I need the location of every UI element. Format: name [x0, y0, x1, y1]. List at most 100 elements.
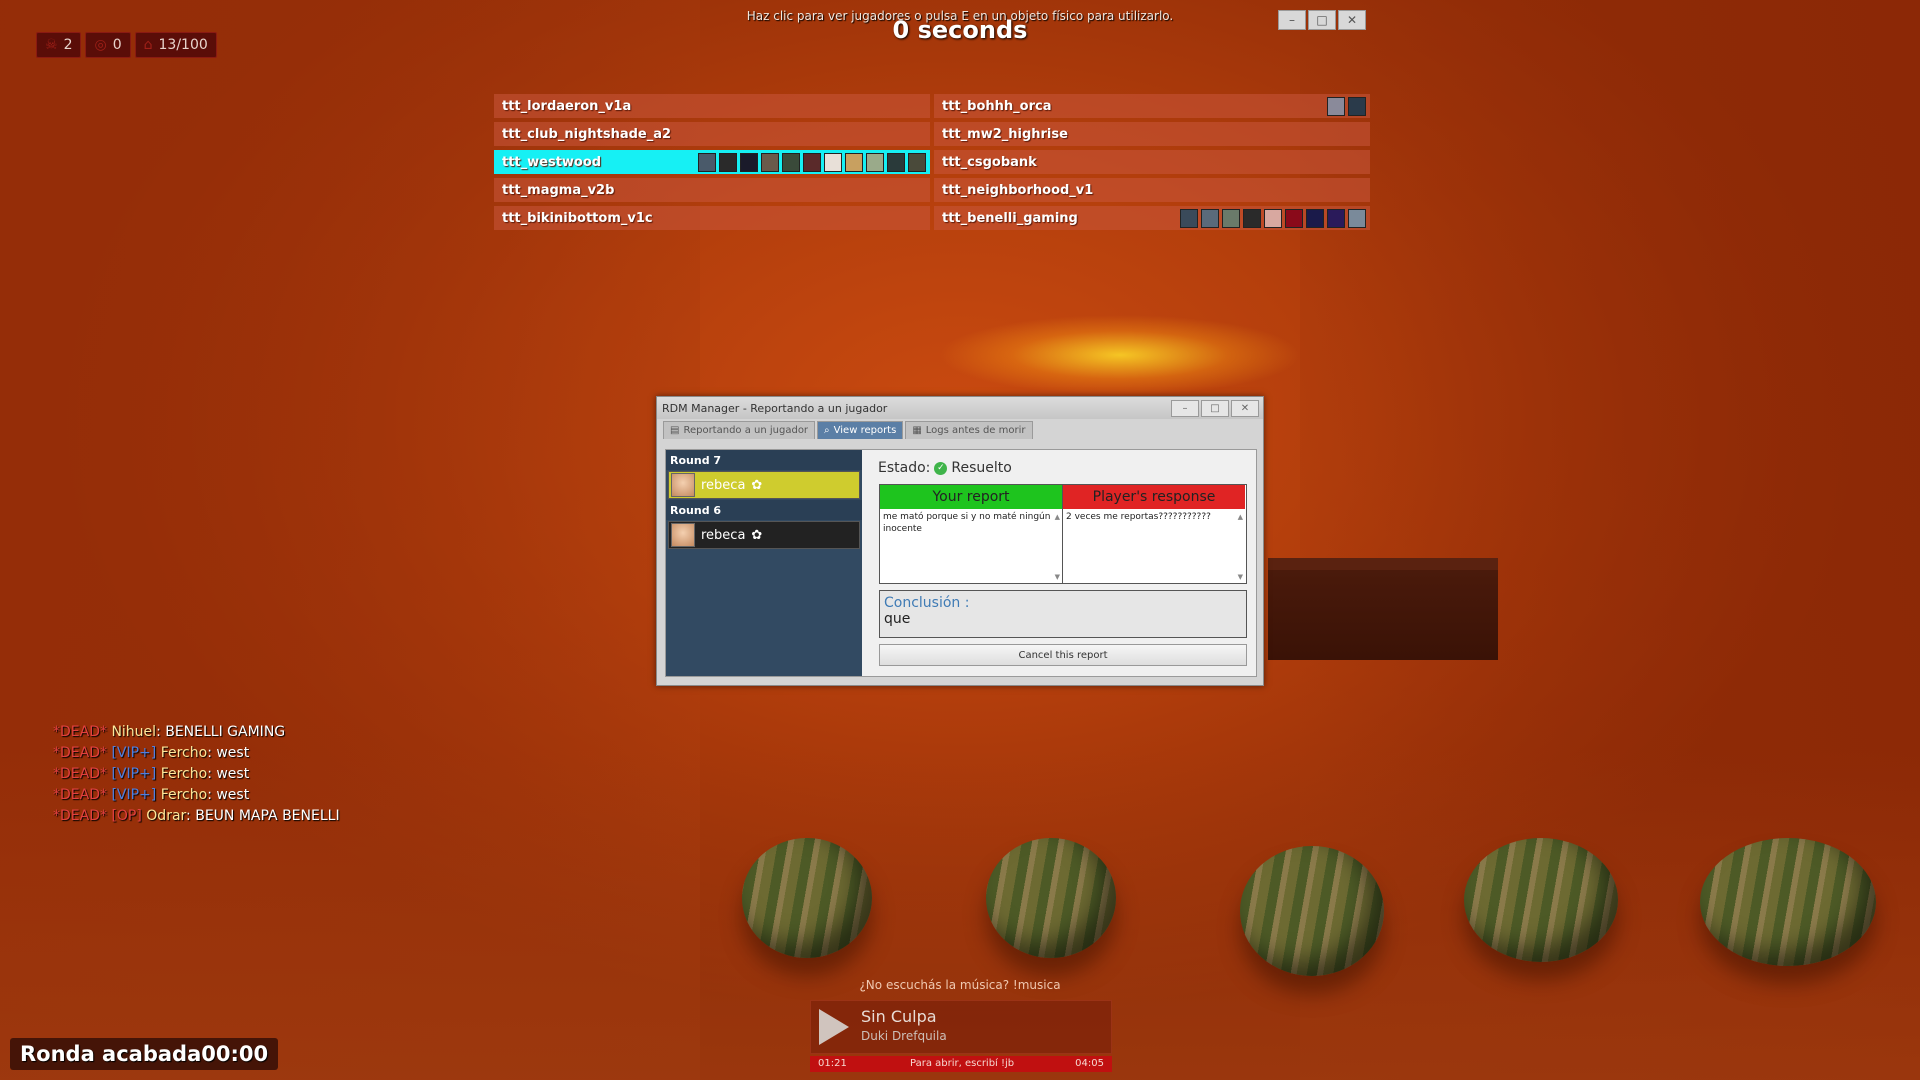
chat-message: west	[216, 766, 250, 782]
avatar	[1306, 209, 1324, 228]
map-option[interactable]: ttt_benelli_gaming	[934, 206, 1370, 230]
avatar	[1264, 209, 1282, 228]
map-name: ttt_bohhh_orca	[942, 98, 1052, 114]
list-icon: ▦	[912, 425, 922, 436]
rounds-list: Round 7 rebeca ✿ Round 6 rebeca ✿	[666, 450, 862, 676]
avatar	[1243, 209, 1261, 228]
report-comparison: Your report me mató porque si y no maté …	[879, 484, 1247, 584]
minimize-icon[interactable]: –	[1278, 10, 1306, 30]
maximize-icon[interactable]: □	[1201, 400, 1229, 417]
tab-logs[interactable]: ▦ Logs antes de morir	[905, 421, 1033, 439]
chat-line: *DEAD* [VIP+] Fercho: west	[53, 745, 250, 761]
avatar	[908, 153, 926, 172]
mapvote-window-controls: – □ ✕	[1278, 10, 1366, 30]
maximize-icon[interactable]: □	[1308, 10, 1336, 30]
avatar	[1201, 209, 1219, 228]
avatar	[782, 153, 800, 172]
voter-avatars	[1180, 209, 1366, 228]
watermelon-prop[interactable]	[742, 838, 872, 958]
dead-tag: *DEAD*	[53, 787, 107, 803]
avatar	[887, 153, 905, 172]
conclusion-box: Conclusión : que	[879, 590, 1247, 638]
status-value: Resuelto	[951, 460, 1012, 476]
avatar	[1222, 209, 1240, 228]
scroll-down-icon[interactable]: ▼	[1238, 573, 1243, 581]
dead-tag: *DEAD*	[53, 766, 107, 782]
avatar	[1180, 209, 1198, 228]
avatar	[1348, 97, 1366, 116]
avatar	[1327, 97, 1345, 116]
chat-message: BEUN MAPA BENELLI	[195, 808, 340, 824]
close-icon[interactable]: ✕	[1338, 10, 1366, 30]
response-header: Player's response	[1063, 485, 1245, 509]
chat-line: *DEAD* Nihuel: BENELLI GAMING	[53, 724, 286, 740]
your-report-header: Your report	[880, 485, 1062, 509]
avatar	[671, 523, 695, 547]
star-icon: ✿	[751, 477, 763, 493]
open-hint: Para abrir, escribí !jb	[910, 1058, 1015, 1069]
map-option-selected[interactable]: ttt_westwood	[494, 150, 930, 174]
map-option[interactable]: ttt_bikinibottom_v1c	[494, 206, 930, 230]
chat-log: *DEAD* Nihuel: BENELLI GAMING *DEAD* [VI…	[53, 722, 340, 827]
scroll-up-icon[interactable]: ▲	[1238, 513, 1243, 521]
chat-line: *DEAD* [VIP+] Fercho: west	[53, 787, 250, 803]
minimize-icon[interactable]: –	[1171, 400, 1199, 417]
map-option[interactable]: ttt_bohhh_orca	[934, 94, 1370, 118]
scroll-up-icon[interactable]: ▲	[1055, 513, 1060, 521]
your-report-text[interactable]: me mató porque si y no maté ningún inoce…	[880, 509, 1062, 537]
report-item-selected[interactable]: rebeca ✿	[668, 471, 860, 499]
watermelon-prop[interactable]	[986, 838, 1116, 958]
scroll-down-icon[interactable]: ▼	[1055, 573, 1060, 581]
map-name: ttt_club_nightshade_a2	[502, 126, 672, 142]
rdm-tabs: ▤ Reportando a un jugador ⌕ View reports ▦…	[657, 419, 1263, 439]
report-item[interactable]: rebeca ✿	[668, 521, 860, 549]
watermelon-prop[interactable]	[1700, 838, 1876, 966]
duration-time: 04:05	[1075, 1058, 1104, 1069]
map-option[interactable]: ttt_mw2_highrise	[934, 122, 1370, 146]
watermelon-prop[interactable]	[1240, 846, 1384, 976]
map-option[interactable]: ttt_lordaeron_v1a	[494, 94, 930, 118]
song-artist: Duki Drefquila	[861, 1029, 947, 1043]
map-name: ttt_mw2_highrise	[942, 126, 1068, 142]
map-option[interactable]: ttt_club_nightshade_a2	[494, 122, 930, 146]
rdm-window-controls: – □ ✕	[1171, 400, 1259, 417]
play-icon[interactable]	[819, 1009, 849, 1045]
music-hint: ¿No escuchás la música? !musica	[859, 978, 1061, 992]
avatar	[824, 153, 842, 172]
tab-reportando[interactable]: ▤ Reportando a un jugador	[663, 421, 816, 439]
watermelon-prop[interactable]	[1464, 838, 1618, 962]
rdm-title: RDM Manager - Reportando a un jugador	[662, 401, 888, 415]
map-name: ttt_csgobank	[942, 154, 1037, 170]
avatar	[761, 153, 779, 172]
map-name: ttt_bikinibottom_v1c	[502, 210, 653, 226]
map-name: ttt_magma_v2b	[502, 182, 615, 198]
avatar	[698, 153, 716, 172]
rdm-manager-window: RDM Manager - Reportando a un jugador – …	[656, 396, 1264, 686]
music-progress-bar[interactable]: 01:21 Para abrir, escribí !jb 04:05	[810, 1056, 1112, 1072]
music-player: Sin Culpa Duki Drefquila	[810, 1000, 1112, 1054]
rank-tag: [OP]	[111, 808, 142, 824]
round-header: Round 7	[666, 450, 862, 470]
close-icon[interactable]: ✕	[1231, 400, 1259, 417]
tab-label: Reportando a un jugador	[683, 425, 809, 436]
map-option[interactable]: ttt_magma_v2b	[494, 178, 930, 202]
cancel-report-button[interactable]: Cancel this report	[879, 644, 1247, 666]
tab-view-reports[interactable]: ⌕ View reports	[817, 421, 904, 439]
report-player-name: rebeca	[701, 477, 746, 493]
status-line: Estado: ✓ Resuelto	[878, 460, 1012, 476]
chat-message: west	[216, 745, 250, 761]
avatar	[845, 153, 863, 172]
chat-author: Odrar	[146, 808, 187, 824]
avatar	[719, 153, 737, 172]
tab-label: Logs antes de morir	[925, 425, 1026, 436]
avatar	[1285, 209, 1303, 228]
avatar	[671, 473, 695, 497]
document-icon: ▤	[670, 425, 680, 436]
chat-author: Nihuel	[111, 724, 157, 740]
dead-tag: *DEAD*	[53, 808, 107, 824]
map-option[interactable]: ttt_neighborhood_v1	[934, 178, 1370, 202]
response-column: Player's response 2 veces me reportas???…	[1063, 485, 1245, 583]
map-option[interactable]: ttt_csgobank	[934, 150, 1370, 174]
response-text[interactable]: 2 veces me reportas???????????	[1063, 509, 1245, 525]
avatar	[1327, 209, 1345, 228]
